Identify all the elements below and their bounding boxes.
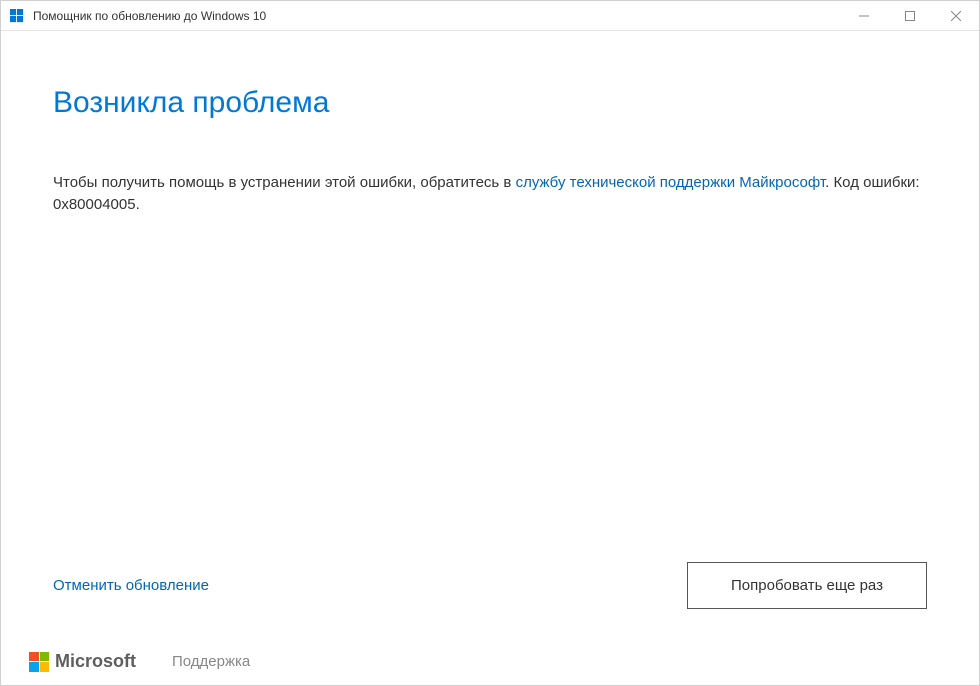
- microsoft-logo: Microsoft: [29, 651, 136, 672]
- minimize-button[interactable]: [841, 1, 887, 30]
- support-link-inline[interactable]: службу технической поддержки Майкрософт: [516, 174, 826, 191]
- window-title: Помощник по обновлению до Windows 10: [33, 9, 841, 23]
- titlebar: Помощник по обновлению до Windows 10: [1, 1, 979, 31]
- footer: Microsoft Поддержка: [1, 637, 979, 685]
- content-area: Возникла проблема Чтобы получить помощь …: [1, 31, 979, 637]
- error-message: Чтобы получить помощь в устранении этой …: [53, 172, 927, 216]
- footer-support-link[interactable]: Поддержка: [172, 653, 250, 670]
- maximize-button[interactable]: [887, 1, 933, 30]
- message-text-before: Чтобы получить помощь в устранении этой …: [53, 174, 516, 191]
- close-button[interactable]: [933, 1, 979, 30]
- retry-button[interactable]: Попробовать еще раз: [687, 562, 927, 609]
- window-controls: [841, 1, 979, 30]
- microsoft-logo-icon: [29, 652, 49, 672]
- windows-logo-icon: [9, 8, 25, 24]
- microsoft-logo-text: Microsoft: [55, 651, 136, 672]
- page-heading: Возникла проблема: [53, 86, 927, 120]
- action-row: Отменить обновление Попробовать еще раз: [53, 562, 927, 609]
- cancel-update-link[interactable]: Отменить обновление: [53, 577, 209, 594]
